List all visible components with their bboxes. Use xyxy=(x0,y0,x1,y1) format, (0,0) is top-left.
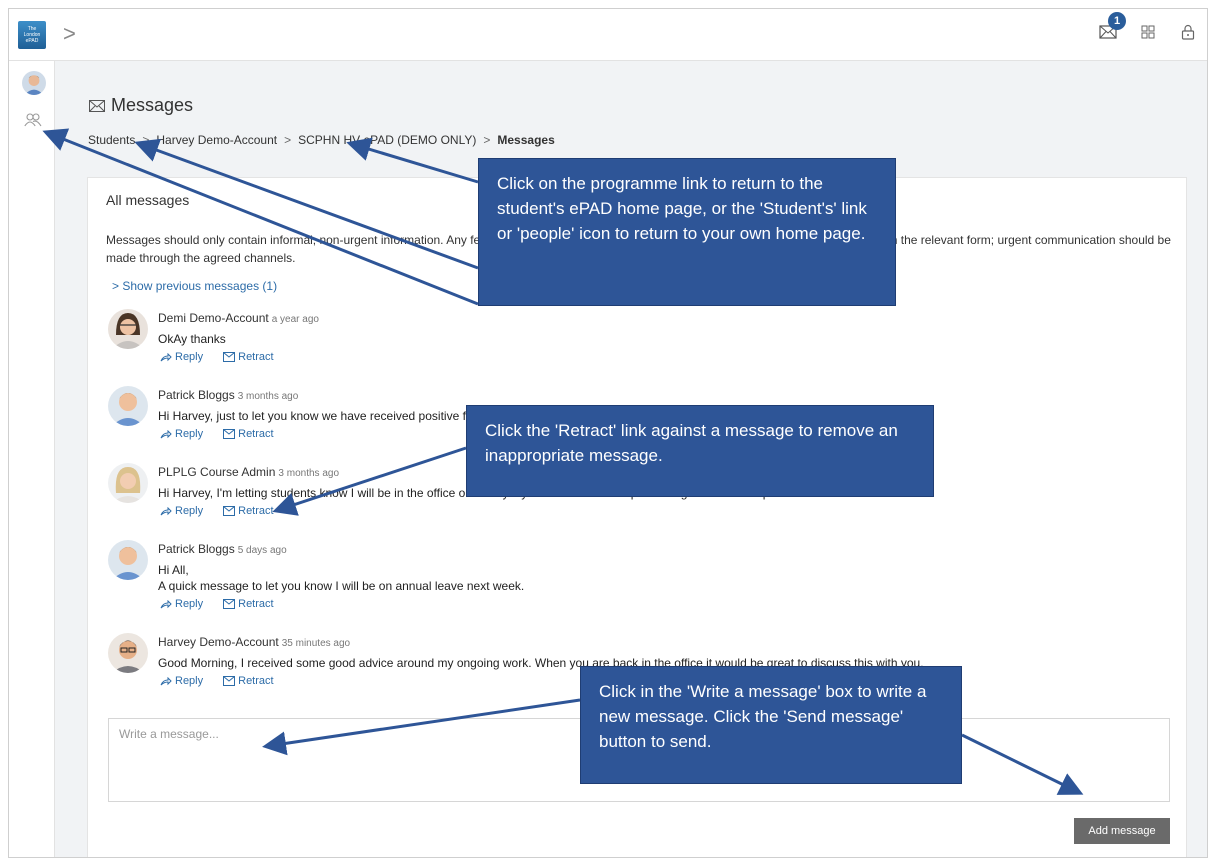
reply-label: Reply xyxy=(175,351,204,363)
retract-link[interactable]: Retract xyxy=(223,675,274,687)
retract-label: Retract xyxy=(238,505,274,517)
message-line: A quick message to let you know I will b… xyxy=(158,579,525,593)
breadcrumb: Students > Harvey Demo-Account > SCPHN H… xyxy=(88,133,555,147)
avatar xyxy=(108,309,148,349)
people-icon[interactable] xyxy=(24,113,42,132)
grid-icon[interactable] xyxy=(1137,21,1159,43)
message-author: Harvey Demo-Account xyxy=(158,635,279,649)
message-time: 5 days ago xyxy=(237,545,287,556)
lock-icon[interactable] xyxy=(1177,21,1199,43)
topbar-chevron: > xyxy=(63,21,76,46)
message-author: PLPLG Course Admin xyxy=(158,465,276,479)
message-author: Patrick Bloggs xyxy=(158,388,235,402)
add-message-button[interactable]: Add message xyxy=(1074,818,1170,844)
user-avatar[interactable] xyxy=(22,71,46,95)
breadcrumb-student[interactable]: Harvey Demo-Account xyxy=(156,133,277,147)
avatar xyxy=(108,540,148,580)
callout-retract: Click the 'Retract' link against a messa… xyxy=(466,405,934,497)
breadcrumb-separator: > xyxy=(284,133,292,147)
retract-link[interactable]: Retract xyxy=(223,598,274,610)
show-previous-link[interactable]: > Show previous messages (1) xyxy=(112,279,277,293)
retract-label: Retract xyxy=(238,351,274,363)
breadcrumb-current: Messages xyxy=(497,133,555,147)
avatar xyxy=(108,386,148,426)
reply-link[interactable]: Reply xyxy=(160,598,203,610)
message-text: Hi All, A quick message to let you know … xyxy=(158,562,1178,594)
side-nav xyxy=(9,61,55,857)
page-heading: Messages xyxy=(89,95,193,116)
message-time: 3 months ago xyxy=(278,468,340,479)
reply-link[interactable]: Reply xyxy=(160,505,203,517)
top-bar: The London ePAD > 1 xyxy=(9,9,1207,61)
messages-count-badge: 1 xyxy=(1108,12,1126,30)
retract-link[interactable]: Retract xyxy=(223,428,274,440)
reply-label: Reply xyxy=(175,428,204,440)
reply-label: Reply xyxy=(175,675,204,687)
callout-programme-link: Click on the programme link to return to… xyxy=(478,158,896,306)
message-time: 35 minutes ago xyxy=(281,638,351,649)
message-line: Hi All, xyxy=(158,563,189,577)
message-time: 3 months ago xyxy=(237,391,299,402)
reply-link[interactable]: Reply xyxy=(160,675,203,687)
message-author: Demi Demo-Account xyxy=(158,311,269,325)
reply-link[interactable]: Reply xyxy=(160,428,203,440)
retract-link[interactable]: Retract xyxy=(223,351,274,363)
message-text: OkAy thanks xyxy=(158,332,226,346)
reply-label: Reply xyxy=(175,598,204,610)
breadcrumb-programme[interactable]: SCPHN HV ePAD (DEMO ONLY) xyxy=(298,133,476,147)
breadcrumb-separator: > xyxy=(483,133,491,147)
avatar xyxy=(108,633,148,673)
app-logo[interactable]: The London ePAD xyxy=(18,21,46,49)
retract-label: Retract xyxy=(238,675,274,687)
message-time: a year ago xyxy=(271,314,319,325)
retract-link[interactable]: Retract xyxy=(223,505,274,517)
page-title: Messages xyxy=(111,95,194,115)
card-title: All messages xyxy=(106,192,190,208)
message-author: Patrick Bloggs xyxy=(158,542,235,556)
envelope-icon xyxy=(89,99,105,112)
avatar xyxy=(108,463,148,503)
retract-label: Retract xyxy=(238,428,274,440)
reply-link[interactable]: Reply xyxy=(160,351,203,363)
breadcrumb-separator: > xyxy=(142,133,150,147)
breadcrumb-students[interactable]: Students xyxy=(88,133,135,147)
callout-write-message: Click in the 'Write a message' box to wr… xyxy=(580,666,962,784)
retract-label: Retract xyxy=(238,598,274,610)
messages-icon[interactable]: 1 xyxy=(1097,12,1126,43)
reply-label: Reply xyxy=(175,505,204,517)
